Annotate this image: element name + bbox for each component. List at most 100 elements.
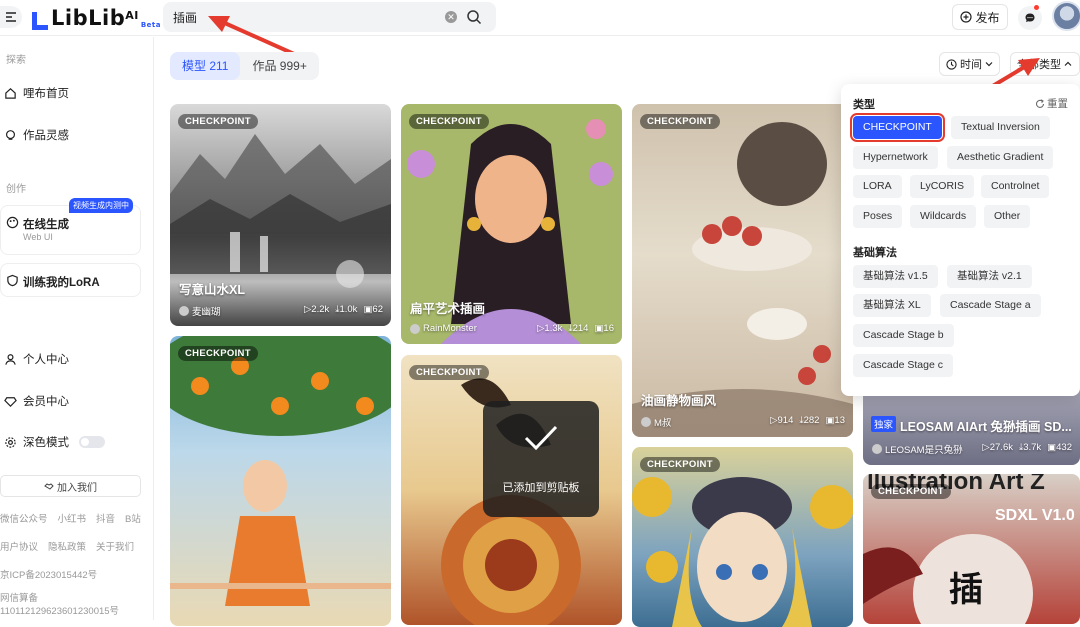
algo-option-cascade-a[interactable]: Cascade Stage a xyxy=(940,294,1041,317)
dark-mode-row: 深色模式 xyxy=(4,434,105,450)
run-count: ▷27.6k xyxy=(982,442,1013,453)
footer-link[interactable]: 小红书 xyxy=(58,511,87,525)
sidebar: 探索 哩布首页 作品灵感 创作 在线生成 Web UI 视频生成内测中 训练我的… xyxy=(0,37,154,620)
model-card[interactable]: CHECKPOINT 油画静物画风 M叔 ▷914 ⤓282 ▣13 xyxy=(632,104,853,437)
card-title: 油画静物画风 xyxy=(641,394,717,408)
avatar[interactable] xyxy=(1052,1,1080,31)
card-bg-character: 插 xyxy=(949,571,983,609)
publish-button[interactable]: 发布 xyxy=(952,4,1008,30)
handshake-icon xyxy=(44,483,54,490)
algo-option-xl[interactable]: 基础算法 XL xyxy=(853,294,931,317)
model-card[interactable]: CHECKPOINT xyxy=(170,336,391,626)
footer-link[interactable]: 关于我们 xyxy=(96,539,134,553)
card-type-badge: CHECKPOINT xyxy=(409,365,489,380)
card-art-image xyxy=(170,336,391,606)
type-option-other[interactable]: Other xyxy=(984,205,1031,228)
sidebar-item-personal[interactable]: 个人中心 xyxy=(4,351,69,367)
run-count: ▷914 xyxy=(770,415,794,426)
sidebar-item-inspiration[interactable]: 作品灵感 xyxy=(4,127,69,143)
type-option-checkpoint[interactable]: CHECKPOINT xyxy=(850,113,945,142)
type-option-wildcards[interactable]: Wildcards xyxy=(910,205,977,228)
card-author[interactable]: 麦幽瑚 xyxy=(192,304,221,318)
dark-mode-toggle[interactable] xyxy=(79,436,105,448)
download-count: ⤓1.0k xyxy=(335,304,358,315)
author-avatar xyxy=(872,444,882,454)
checkmark-icon xyxy=(524,425,558,451)
algo-heading: 基础算法 xyxy=(853,247,897,259)
type-option-lycoris[interactable]: LyCORIS xyxy=(910,175,974,198)
section-label-explore: 探索 xyxy=(6,55,26,66)
footer-link[interactable]: 微信公众号 xyxy=(0,511,48,525)
card-meta: RainMonster ▷1.3k ⤓214 ▣16 xyxy=(410,323,614,334)
algo-option-cascade-b[interactable]: Cascade Stage b xyxy=(853,324,954,347)
card-type-badge: CHECKPOINT xyxy=(178,346,258,361)
plus-circle-icon xyxy=(960,11,973,23)
footer-link[interactable]: 用户协议 xyxy=(0,539,38,553)
image-count: ▣13 xyxy=(825,415,845,426)
search-icon[interactable] xyxy=(466,9,482,25)
refresh-icon xyxy=(1035,98,1045,108)
card-type-badge: CHECKPOINT xyxy=(640,114,720,129)
footer-link[interactable]: B站 xyxy=(125,511,141,525)
card-bg-subheading: SDXL V1.0 xyxy=(995,507,1075,524)
footer-legal-links: 用户协议 隐私政策 关于我们 xyxy=(0,539,134,553)
reset-button[interactable]: 重置 xyxy=(1035,96,1068,111)
shield-icon xyxy=(7,274,18,287)
author-avatar xyxy=(641,417,651,427)
algo-option-v21[interactable]: 基础算法 v2.1 xyxy=(947,265,1032,288)
model-card[interactable]: CHECKPOINT xyxy=(632,447,853,627)
author-avatar xyxy=(410,323,420,334)
type-option-poses[interactable]: Poses xyxy=(853,205,903,228)
net-reg-number: 110112129623601230015号 xyxy=(0,606,120,617)
card-author[interactable]: M叔 xyxy=(654,415,671,429)
message-button[interactable] xyxy=(1018,6,1042,30)
model-card[interactable]: CHECKPOINT 扁平艺术插画 RainMonster ▷1.3k ⤓214… xyxy=(401,104,622,344)
card-type-badge: CHECKPOINT xyxy=(871,484,951,499)
footer-social-links: 微信公众号 小红书 抖音 B站 xyxy=(0,511,141,525)
image-count: ▣62 xyxy=(363,304,383,315)
beta-video-badge: 视频生成内测中 xyxy=(69,198,133,213)
footer-link[interactable]: 抖音 xyxy=(96,511,115,525)
icp-text[interactable]: 京ICP备2023015442号 xyxy=(0,567,97,581)
card-meta: 麦幽瑚 ▷2.2k ⤓1.0k ▣62 xyxy=(179,304,383,318)
palette-icon xyxy=(6,216,19,229)
diamond-icon xyxy=(4,396,17,407)
type-heading: 类型 xyxy=(853,99,875,111)
download-count: ⤓3.7k xyxy=(1018,442,1042,453)
type-option-lora[interactable]: LORA xyxy=(853,175,902,198)
algo-option-v15[interactable]: 基础算法 v1.5 xyxy=(853,265,938,288)
card-author[interactable]: LEOSAM是只兔狲 xyxy=(885,442,963,456)
menu-toggle-button[interactable] xyxy=(0,6,22,28)
logo[interactable]: LibLib AI Beta xyxy=(32,6,161,30)
sidebar-item-membership[interactable]: 会员中心 xyxy=(4,393,69,409)
user-icon xyxy=(5,353,16,365)
type-option-controlnet[interactable]: Controlnet xyxy=(981,175,1050,198)
clear-icon[interactable]: ✕ xyxy=(445,11,457,23)
card-type-badge: CHECKPOINT xyxy=(409,114,489,129)
algo-option-cascade-c[interactable]: Cascade Stage c xyxy=(853,354,953,377)
sidebar-item-online-generate[interactable]: 在线生成 Web UI 视频生成内测中 xyxy=(0,198,141,255)
card-art-image xyxy=(632,122,853,437)
card-meta: LEOSAM是只兔狲 ▷27.6k ⤓3.7k ▣432 xyxy=(872,442,1072,456)
type-option-aesthetic-gradient[interactable]: Aesthetic Gradient xyxy=(947,146,1054,169)
sidebar-item-train-lora[interactable]: 训练我的LoRA xyxy=(0,263,141,297)
card-meta: M叔 ▷914 ⤓282 ▣13 xyxy=(641,415,845,429)
top-bar: LibLibAI Beta ✕ 发布 xyxy=(0,0,1080,36)
footer-link[interactable]: 隐私政策 xyxy=(48,539,86,553)
card-author[interactable]: RainMonster xyxy=(423,323,477,334)
exclusive-tag: 独家 xyxy=(871,416,897,432)
type-filter-panel: 类型 重置 CHECKPOINT Textual Inversion Hyper… xyxy=(841,84,1080,396)
chat-icon xyxy=(1025,13,1035,22)
copied-toast: 已添加到剪贴板 xyxy=(483,401,599,517)
tab-models[interactable]: 模型 211 xyxy=(170,52,241,80)
image-count: ▣16 xyxy=(594,323,614,334)
type-option-hypernetwork[interactable]: Hypernetwork xyxy=(853,146,938,169)
model-card[interactable]: llustration Art Z SDXL V1.0 插 CHECKPOINT xyxy=(863,474,1080,624)
type-option-textual-inversion[interactable]: Textual Inversion xyxy=(951,116,1050,139)
model-card[interactable]: CHECKPOINT 写意山水XL 麦幽瑚 ▷2.2k ⤓1.0k ▣62 xyxy=(170,104,391,326)
logo-mark-icon xyxy=(32,12,48,30)
tab-works[interactable]: 作品 999+ xyxy=(240,52,318,80)
sidebar-item-home[interactable]: 哩布首页 xyxy=(4,85,69,101)
card-title: 写意山水XL xyxy=(179,283,245,297)
join-us-button[interactable]: 加入我们 xyxy=(0,475,141,497)
